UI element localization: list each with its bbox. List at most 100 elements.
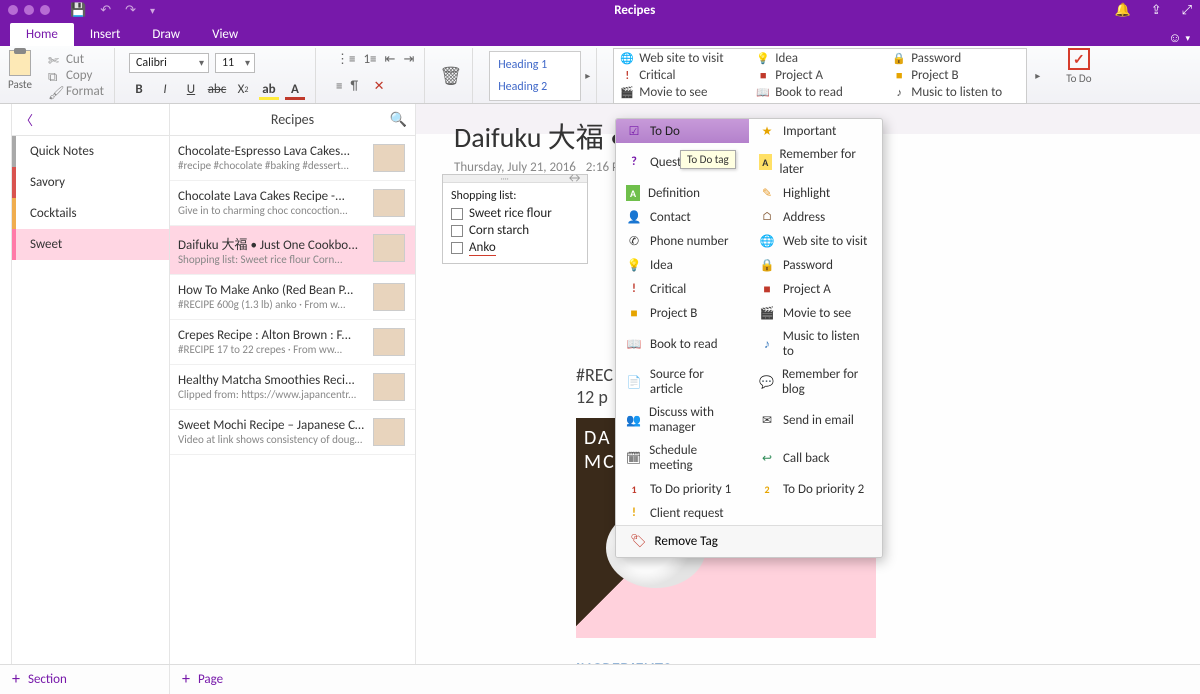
share-icon[interactable]: ⇪ (1151, 3, 1162, 18)
paste-button[interactable]: Paste (8, 48, 32, 103)
tag-menu-item[interactable]: 📄Source for article (616, 363, 749, 401)
tag-gallery-item[interactable]: 🎬Movie to see (620, 85, 748, 101)
clear-formatting-button[interactable]: ✕ (366, 73, 392, 99)
section-quick-notes[interactable]: Quick Notes (12, 136, 169, 167)
shopping-item[interactable]: Anko (451, 239, 579, 257)
tag-menu-item[interactable]: 👤Contact (616, 205, 749, 229)
back-icon[interactable]: 〈 (20, 110, 33, 129)
font-size-select[interactable]: 11 (215, 53, 255, 73)
italic-button[interactable]: I (155, 81, 175, 99)
tag-menu-item[interactable]: ☑To Do (616, 119, 749, 143)
todo-checkbox[interactable] (451, 208, 463, 220)
tag-menu-item[interactable]: ■Project B (616, 301, 749, 325)
tab-home[interactable]: Home (10, 23, 74, 46)
tag-menu-item[interactable]: 🔒Password (749, 253, 882, 277)
close-window-icon[interactable] (8, 5, 18, 15)
font-color-button[interactable]: A (285, 81, 305, 99)
tag-menu-item[interactable]: ⌂Address (749, 205, 882, 229)
subscript-button[interactable]: X2 (233, 81, 253, 99)
notebook-nav-strip[interactable] (0, 104, 12, 664)
section-savory[interactable]: Savory (12, 167, 169, 198)
paragraph-spacing-button[interactable]: ¶ (350, 79, 358, 94)
minimize-window-icon[interactable] (24, 5, 34, 15)
section-sweet[interactable]: Sweet (12, 229, 169, 260)
tag-menu-item[interactable]: 1To Do priority 1 (616, 477, 749, 501)
underline-button[interactable]: U (181, 81, 201, 99)
add-section-button[interactable]: + Section (0, 665, 170, 694)
tag-menu-item[interactable]: 💬Remember for blog (749, 363, 882, 401)
tags-gallery[interactable]: 🌐Web site to visit 💡Idea 🔒Password !Critica… (613, 48, 1027, 104)
tag-menu-item[interactable]: 📖Book to read (616, 325, 749, 363)
tag-menu-item[interactable]: !Critical (616, 277, 749, 301)
tag-gallery-item[interactable]: 🔒Password (892, 51, 1020, 67)
page-item[interactable]: Healthy Matcha Smoothies Reci...Clipped … (170, 365, 415, 410)
remove-tag-button[interactable]: 🏷 Remove Tag (616, 525, 882, 557)
zoom-window-icon[interactable] (40, 5, 50, 15)
shopping-item[interactable]: Sweet rice flour (451, 205, 579, 222)
copy-button[interactable]: ⧉Copy (48, 68, 104, 83)
tag-menu-item[interactable]: ★Important (749, 119, 882, 143)
todo-checkbox[interactable] (451, 225, 463, 237)
tag-gallery-item[interactable]: ♪Music to listen to (892, 85, 1020, 101)
bullets-button[interactable]: ⋮≡ (336, 52, 355, 67)
delete-button[interactable]: 🗑 (439, 65, 462, 87)
tag-gallery-item[interactable]: ■Project A (756, 68, 884, 84)
outdent-button[interactable]: ⇤ (385, 52, 396, 67)
tag-menu-item[interactable]: 💡Idea (616, 253, 749, 277)
tag-menu-item[interactable]: ■Project A (749, 277, 882, 301)
page-item[interactable]: Sweet Mochi Recipe – Japanese Cooki...Vi… (170, 410, 415, 455)
tag-menu-item[interactable]: ↩Call back (749, 439, 882, 477)
undo-icon[interactable]: ↶ (100, 3, 111, 18)
tag-gallery-item[interactable]: ■Project B (892, 68, 1020, 84)
todo-tag-button[interactable]: ✓ To Do (1056, 48, 1101, 103)
search-icon[interactable]: 🔍 (390, 111, 407, 128)
tags-expand-icon[interactable]: ▸ (1035, 69, 1040, 82)
section-cocktails[interactable]: Cocktails (12, 198, 169, 229)
tag-gallery-item[interactable]: 🌐Web site to visit (620, 51, 748, 67)
tag-menu-item[interactable]: ♪Music to listen to (749, 325, 882, 363)
heading-1-style[interactable]: Heading 1 (490, 54, 580, 76)
notifications-icon[interactable]: 🔔 (1115, 3, 1131, 18)
tag-menu-item[interactable]: !Client request (616, 501, 749, 525)
tag-menu-item[interactable]: ADefinition (616, 181, 749, 205)
tag-menu-item[interactable]: 🎬Movie to see (749, 301, 882, 325)
page-item[interactable]: Chocolate-Espresso Lava Cakes...#recipe … (170, 136, 415, 181)
save-icon[interactable]: 💾 (70, 3, 86, 18)
page-item[interactable]: Daifuku 大福 • Just One Cookbo...Shopping … (170, 226, 415, 275)
container-handle[interactable]: ····↔ (443, 175, 587, 183)
tag-menu-item[interactable]: 👥Discuss with manager (616, 401, 749, 439)
font-family-select[interactable]: Calibri (129, 53, 209, 73)
tag-menu-item[interactable]: 🗓Schedule meeting (616, 439, 749, 477)
tab-view[interactable]: View (196, 23, 254, 46)
shopping-item[interactable]: Corn starch (451, 222, 579, 239)
page-item[interactable]: Chocolate Lava Cakes Recipe -...Give in … (170, 181, 415, 226)
tag-menu-item[interactable]: ✆Phone number (616, 229, 749, 253)
highlight-color-button[interactable]: ab (259, 81, 279, 99)
align-button[interactable]: ≡ (336, 79, 342, 94)
tag-menu-item[interactable]: 🌐Web site to visit (749, 229, 882, 253)
styles-gallery[interactable]: Heading 1 Heading 2 (489, 51, 581, 101)
page-item[interactable]: Crepes Recipe : Alton Brown : F...#RECIP… (170, 320, 415, 365)
redo-icon[interactable]: ↷ (125, 3, 136, 18)
tag-menu-item[interactable]: ARemember for later (749, 143, 882, 181)
bold-button[interactable]: B (129, 81, 149, 99)
fullscreen-icon[interactable]: ⤢ (1182, 3, 1192, 18)
heading-2-style[interactable]: Heading 2 (490, 76, 580, 98)
format-painter-button[interactable]: 🖌Format (48, 84, 104, 99)
tag-gallery-item[interactable]: 📖Book to read (756, 85, 884, 101)
feedback-icon[interactable]: ☺ (1168, 30, 1181, 46)
page-item[interactable]: How To Make Anko (Red Bean P...#RECIPE 6… (170, 275, 415, 320)
indent-button[interactable]: ⇥ (403, 52, 414, 67)
tag-gallery-item[interactable]: 💡Idea (756, 51, 884, 67)
tab-insert[interactable]: Insert (74, 23, 137, 46)
todo-checkbox[interactable] (451, 242, 463, 254)
tag-gallery-item[interactable]: !Critical (620, 68, 748, 84)
tag-menu-item[interactable]: ✉Send in email (749, 401, 882, 439)
cut-button[interactable]: ✄Cut (48, 52, 104, 67)
styles-expand-icon[interactable]: ▸ (585, 69, 590, 82)
tag-menu-item[interactable]: 2To Do priority 2 (749, 477, 882, 501)
strikethrough-button[interactable]: abc (207, 81, 227, 99)
numbering-button[interactable]: 1≡ (363, 52, 376, 67)
tab-draw[interactable]: Draw (136, 23, 196, 46)
add-page-button[interactable]: + Page (170, 665, 235, 694)
